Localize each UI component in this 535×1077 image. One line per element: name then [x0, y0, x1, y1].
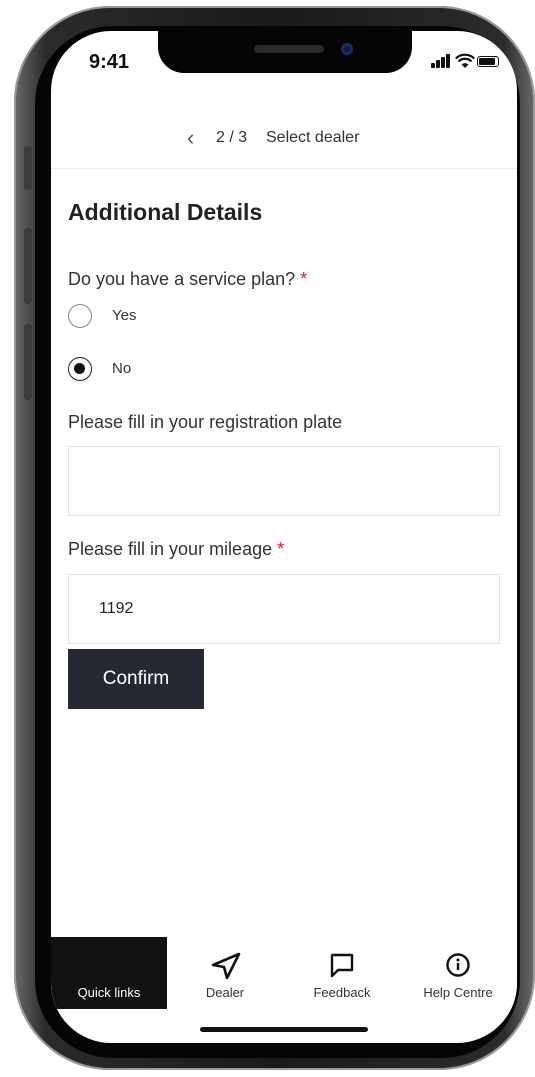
chat-bubble-icon — [330, 953, 354, 978]
tab-dealer[interactable]: Dealer — [167, 937, 283, 1009]
mileage-input[interactable] — [68, 574, 500, 644]
service-plan-question: Do you have a service plan? * — [68, 269, 307, 290]
tab-quick-links[interactable]: Quick links — [51, 937, 296, 1009]
volume-down-button — [24, 324, 32, 400]
speaker — [254, 45, 324, 53]
tab-feedback[interactable]: Feedback — [284, 937, 400, 1009]
notch — [158, 31, 412, 73]
home-indicator[interactable] — [200, 1027, 368, 1032]
radio-button-no[interactable] — [68, 357, 92, 381]
step-indicator: 2 / 3 — [216, 129, 248, 146]
signal-bar — [441, 57, 445, 68]
tab-label: Dealer — [205, 985, 245, 1000]
tab-label: Quick links — [77, 985, 141, 1000]
navigation-arrow-icon — [211, 952, 241, 979]
step-label: Select dealer — [266, 129, 360, 146]
info-icon — [446, 953, 470, 977]
wifi-icon — [455, 53, 475, 68]
battery-icon — [477, 56, 499, 67]
required-mark: * — [300, 269, 308, 289]
registration-label: Please fill in your registration plate — [68, 412, 343, 432]
step-header: ‹ 2 / 3 Select dealer — [51, 111, 517, 169]
radio-label-yes: Yes — [112, 307, 137, 324]
status-time: 9:41 — [89, 51, 130, 73]
mileage-label: Please fill in your mileage * — [68, 539, 284, 560]
page-title: Additional Details — [68, 199, 263, 225]
bottom-tab-bar: Quick links Dealer Feedback Help Centre — [51, 937, 517, 1009]
radio-label-no: No — [112, 360, 132, 377]
service-plan-question-text: Do you have a service plan? — [68, 269, 296, 289]
app-screen: 9:41 ‹ 2 / 3 Select dealer Additional De… — [51, 31, 517, 1043]
signal-icon — [431, 63, 435, 68]
registration-plate-input[interactable] — [68, 446, 500, 516]
mileage-label-text: Please fill in your mileage — [68, 539, 273, 559]
signal-bar — [436, 60, 440, 68]
chevron-left-icon[interactable]: ‹ — [187, 125, 194, 151]
camera — [341, 43, 353, 55]
mute-switch — [24, 146, 32, 190]
status-icons — [431, 53, 499, 71]
radio-button-yes[interactable] — [68, 304, 92, 328]
tab-label: Help Centre — [423, 985, 493, 1000]
confirm-button[interactable]: Confirm — [68, 649, 204, 709]
volume-up-button — [24, 228, 32, 304]
tab-help-centre[interactable]: Help Centre — [400, 937, 516, 1009]
required-mark: * — [277, 539, 285, 559]
signal-bar — [446, 54, 450, 68]
tab-label: Feedback — [313, 985, 371, 1000]
